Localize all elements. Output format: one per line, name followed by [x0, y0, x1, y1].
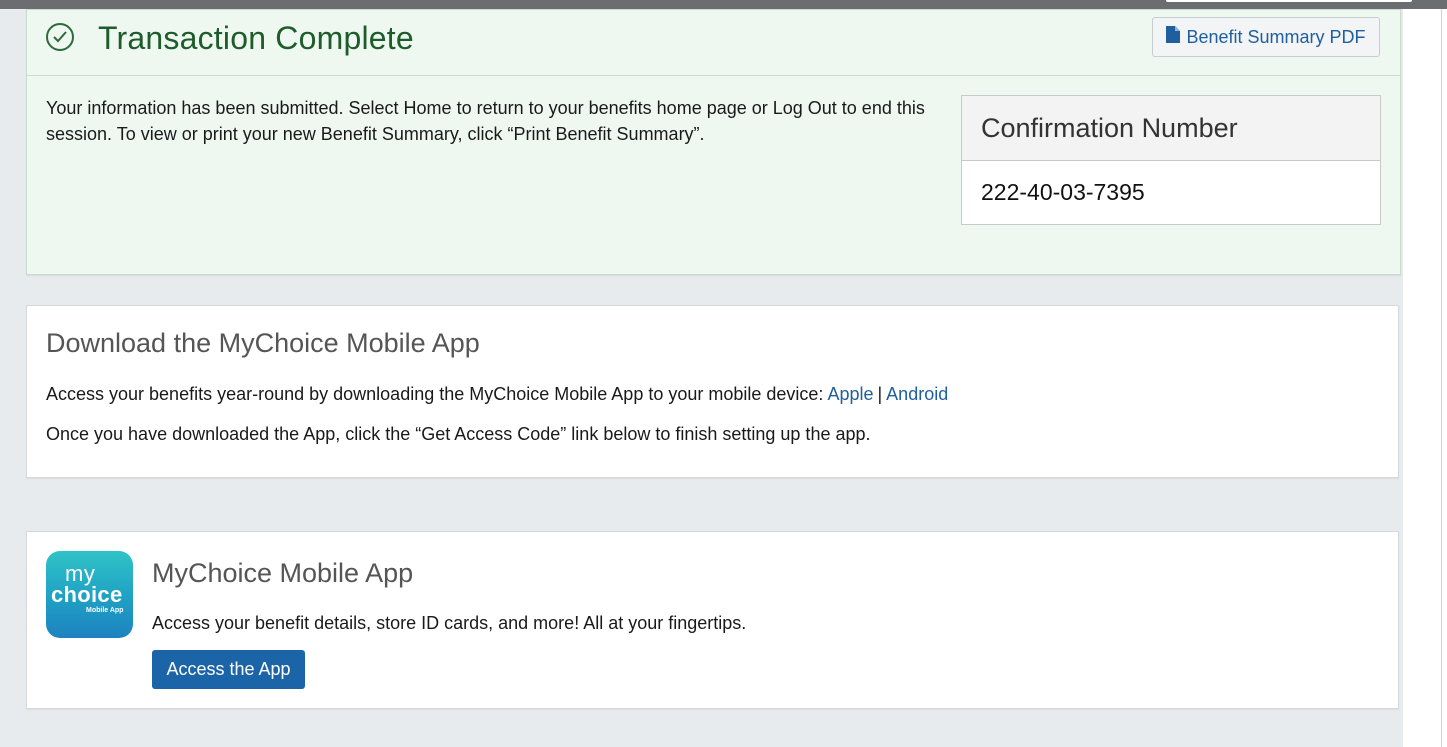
check-circle-icon — [46, 23, 74, 51]
pdf-button-label: Benefit Summary PDF — [1186, 26, 1366, 47]
app-description: Access your benefit details, store ID ca… — [152, 613, 747, 633]
confirmation-number: 222-40-03-7395 — [981, 179, 1145, 205]
scrollbar-track[interactable] — [1441, 9, 1442, 747]
mobile-app-panel: my choice Mobile App MyChoice Mobile App… — [26, 531, 1399, 709]
access-app-button[interactable]: Access the App — [152, 650, 305, 689]
right-gutter — [1403, 9, 1447, 747]
transaction-complete-panel: Transaction Complete Benefit Summary PDF… — [26, 9, 1401, 275]
download-instructions: Access your benefits year-round by downl… — [46, 384, 948, 405]
download-text: Access your benefits year-round by downl… — [46, 384, 828, 404]
submission-message: Your information has been submitted. Sel… — [46, 98, 925, 144]
logo-choice: choice — [51, 582, 123, 607]
benefit-summary-pdf-button[interactable]: Benefit Summary PDF — [1152, 17, 1380, 57]
android-link[interactable]: Android — [886, 384, 948, 404]
file-icon — [1166, 26, 1181, 48]
top-bar-notch — [1166, 0, 1412, 2]
confirmation-box: Confirmation Number 222-40-03-7395 — [961, 95, 1381, 225]
transaction-header: Transaction Complete Benefit Summary PDF — [27, 10, 1400, 76]
app-title: MyChoice Mobile App — [152, 558, 414, 588]
confirmation-label: Confirmation Number — [962, 96, 1380, 161]
logo-subtitle: Mobile App — [86, 607, 124, 614]
download-title: Download the MyChoice Mobile App — [46, 328, 480, 358]
top-bar — [0, 0, 1447, 9]
apple-link[interactable]: Apple — [827, 384, 873, 404]
download-app-panel: Download the MyChoice Mobile App Access … — [26, 305, 1399, 478]
mychoice-logo: my choice Mobile App — [46, 551, 133, 638]
page-title: Transaction Complete — [98, 20, 414, 56]
access-code-instructions: Once you have downloaded the App, click … — [46, 424, 871, 444]
link-separator: | — [877, 384, 883, 404]
